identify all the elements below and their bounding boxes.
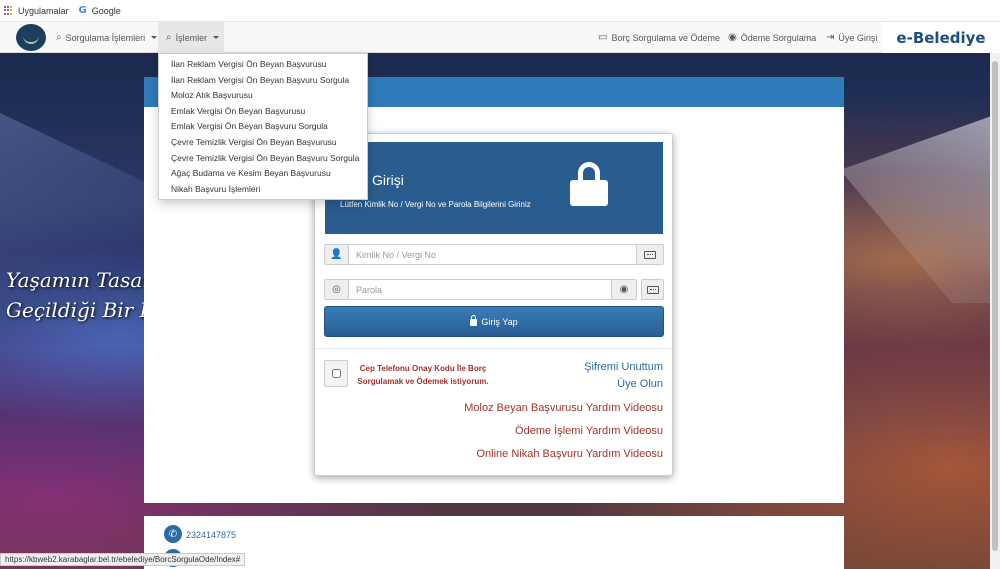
nav-odeme-sorgulama[interactable]: ◉ Ödeme Sorgulama xyxy=(720,22,824,53)
separator xyxy=(315,348,672,349)
eye-slash-icon: ◎ xyxy=(325,280,349,299)
brand-text: e-Belediye xyxy=(896,28,986,47)
islemler-dropdown: İlan Reklam Vergisi Ön Beyan Başvurusu İ… xyxy=(158,53,368,200)
dropdown-item[interactable]: Ağaç Budama ve Kesim Beyan Başvurusu xyxy=(159,166,367,182)
page-scrollbar[interactable] xyxy=(990,53,1000,569)
password-input[interactable] xyxy=(349,280,611,299)
sms-label: Cep Telefonu Onay Kodu İle Borç Sorgulam… xyxy=(357,364,489,386)
keyboard-icon xyxy=(646,285,659,294)
nav-borc-label: Borç Sorgulama ve Ödeme xyxy=(611,32,721,43)
caret-down-icon xyxy=(151,36,158,39)
login-button-label: Giriş Yap xyxy=(481,316,518,327)
nav-borc-sorgulama[interactable]: ▭ Borç Sorgulama ve Ödeme xyxy=(590,22,728,53)
nav-odeme-label: Ödeme Sorgulama xyxy=(740,32,817,43)
password-keyboard-button[interactable] xyxy=(641,279,664,300)
dropdown-item[interactable]: Moloz Atık Başvurusu xyxy=(159,88,367,104)
nav-sorgulama-islemleri[interactable]: ⌕ Sorgulama İşlemleri xyxy=(48,22,165,53)
phone-icon: ✆ xyxy=(164,525,182,543)
bookmarks-bar: Uygulamalar G Google xyxy=(0,0,1000,22)
brand-logo[interactable]: e-Belediye xyxy=(882,22,1000,53)
nav-uye-label: Üye Girişi xyxy=(838,32,878,43)
logo-emblem-icon xyxy=(23,32,39,44)
dropdown-item[interactable]: Çevre Temizlik Vergisi Ön Beyan Başvuru … xyxy=(159,151,367,167)
search-icon: ⌕ xyxy=(56,32,62,43)
odeme-video-link[interactable]: Ödeme İşlemi Yardım Videosu xyxy=(515,425,663,437)
dropdown-item[interactable]: Emlak Vergisi Ön Beyan Başvuru Sorgula xyxy=(159,119,367,135)
forgot-password-link[interactable]: Şifremi Unuttum xyxy=(584,361,663,373)
contact-panel xyxy=(144,516,844,569)
scrollbar-thumb[interactable] xyxy=(992,61,998,551)
show-password-button[interactable]: ◉ xyxy=(611,280,636,299)
dropdown-item[interactable]: İlan Reklam Vergisi Ön Beyan Başvuru Sor… xyxy=(159,73,367,89)
login-button[interactable]: Giriş Yap xyxy=(324,306,664,337)
login-subtitle: Lütfen Kimlik No / Vergi No ve Parola Bi… xyxy=(340,200,531,209)
eye-icon: ◉ xyxy=(728,32,737,43)
bookmark-apps[interactable]: Uygulamalar xyxy=(4,6,69,16)
login-title: Girişi xyxy=(372,172,404,188)
sms-checkbox[interactable] xyxy=(331,369,341,378)
sms-checkbox-wrapper xyxy=(324,360,348,387)
dropdown-item[interactable]: İlan Reklam Vergisi Ön Beyan Başvurusu xyxy=(159,57,367,73)
nav-uye-girisi[interactable]: ⇥ Üye Girişi xyxy=(818,22,885,53)
bookmark-google-label: Google xyxy=(91,5,121,16)
dropdown-item[interactable]: Emlak Vergisi Ön Beyan Başvurusu xyxy=(159,104,367,120)
municipality-logo[interactable] xyxy=(16,24,46,51)
lock-icon xyxy=(570,162,608,206)
apps-grid-icon xyxy=(4,6,13,15)
nav-islemler[interactable]: ⌕ İşlemler xyxy=(158,22,224,53)
password-field-group: ◎ ◉ xyxy=(324,279,637,300)
dropdown-item[interactable]: Nikah Başvuru İşlemleri xyxy=(159,182,367,198)
moloz-video-link[interactable]: Moloz Beyan Başvurusu Yardım Videosu xyxy=(464,402,663,414)
nikah-video-link[interactable]: Online Nikah Başvuru Yardım Videosu xyxy=(477,448,664,460)
virtual-keyboard-button[interactable] xyxy=(636,245,663,264)
canopy-decoration xyxy=(840,113,1000,303)
navbar: ⌕ Sorgulama İşlemleri ⌕ İşlemler ▭ Borç … xyxy=(0,22,1000,53)
caret-down-icon xyxy=(213,36,220,39)
google-icon: G xyxy=(78,5,87,16)
bookmark-google[interactable]: G Google xyxy=(79,5,121,16)
user-icon: 👤 xyxy=(325,245,349,264)
keyboard-icon xyxy=(644,250,656,259)
bookmark-apps-label: Uygulamalar xyxy=(18,5,69,16)
login-header: Girişi Lütfen Kimlik No / Vergi No ve Pa… xyxy=(325,142,663,234)
lock-icon xyxy=(470,315,478,326)
login-icon: ⇥ xyxy=(826,32,835,43)
id-field-group: 👤 xyxy=(324,244,664,265)
status-bar-url: https://kbweb2.karabaglar.bel.tr/ebeledi… xyxy=(0,553,246,566)
dropdown-item[interactable]: Çevre Temizlik Vergisi Ön Beyan Başvurus… xyxy=(159,135,367,151)
eye-icon: ◉ xyxy=(619,284,629,295)
id-input[interactable] xyxy=(349,245,636,264)
credit-card-icon: ▭ xyxy=(598,32,608,43)
nav-islemler-label: İşlemler xyxy=(175,32,208,43)
phone-number-1[interactable]: 2324147875 xyxy=(186,530,236,540)
register-link[interactable]: Üye Olun xyxy=(617,378,663,390)
nav-sorgulama-label: Sorgulama İşlemleri xyxy=(65,32,146,43)
search-icon: ⌕ xyxy=(166,32,172,43)
